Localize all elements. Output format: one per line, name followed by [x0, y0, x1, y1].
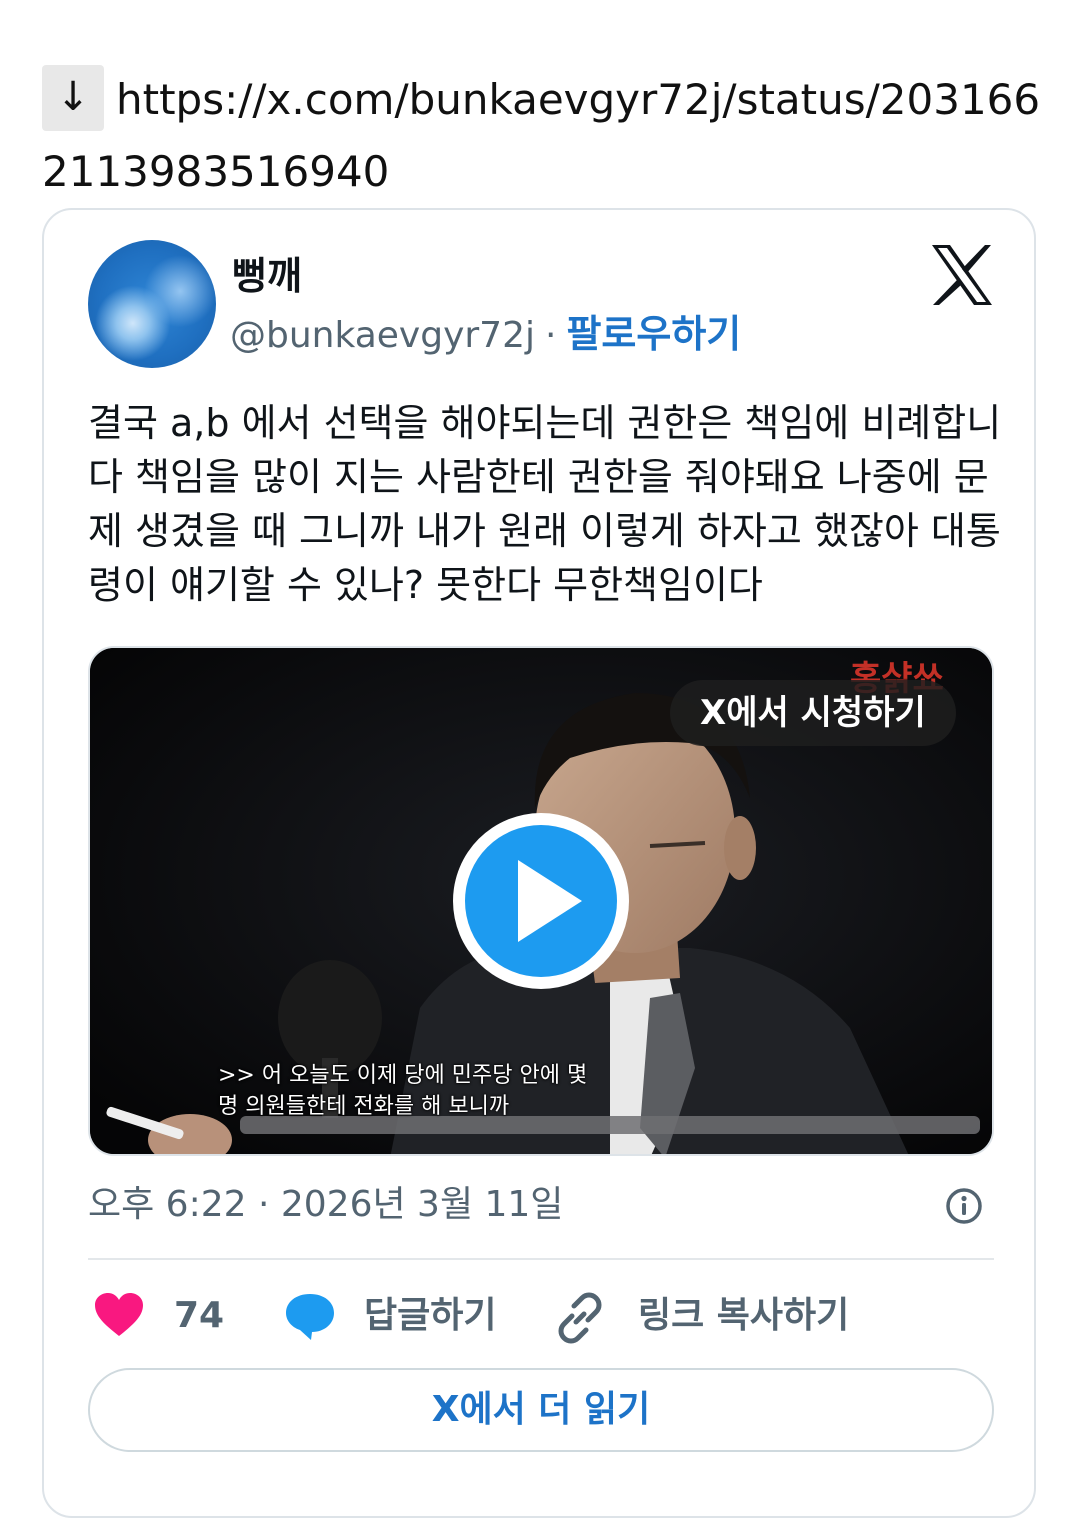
user-handle[interactable]: @bunkaevgyr72j: [230, 315, 535, 356]
tweet-actions: 74 답글하기 링크 복사하기: [88, 1284, 994, 1348]
handle-row: @bunkaevgyr72j · 팔로우하기: [230, 310, 741, 360]
reply-button[interactable]: 답글하기: [284, 1284, 514, 1348]
tweet-embed-card: 뻥깨 @bunkaevgyr72j · 팔로우하기 결국 a,b 에서 선택을 해야…: [42, 208, 1036, 1518]
copy-link-button[interactable]: 링크 복사하기: [554, 1284, 894, 1348]
divider: [88, 1258, 994, 1260]
display-name[interactable]: 뻥깨: [232, 252, 302, 300]
download-arrow-icon[interactable]: ↓: [42, 65, 104, 131]
tweet-timestamp[interactable]: 오후 6:22 · 2026년 3월 11일: [88, 1180, 563, 1230]
avatar[interactable]: [88, 240, 216, 368]
watch-on-x-button[interactable]: X에서 시청하기: [670, 680, 956, 746]
info-icon[interactable]: [944, 1186, 984, 1226]
play-icon[interactable]: [448, 808, 634, 994]
heart-icon: [95, 1293, 143, 1336]
video-subtitles: >> 어 오늘도 이제 당에 민주당 안에 몇 명 의원들한테 전화를 해 보니…: [218, 1060, 587, 1122]
status-url-link[interactable]: https://x.com/bunkaevgyr72j/status/20316…: [42, 75, 1040, 196]
link-line: ↓ https://x.com/bunkaevgyr72j/status/2031…: [42, 64, 1042, 208]
like-button[interactable]: 74: [94, 1284, 234, 1348]
reply-label: 답글하기: [364, 1295, 497, 1336]
read-more-button[interactable]: X에서 더 읽기: [88, 1368, 994, 1452]
x-logo-icon[interactable]: [930, 244, 994, 306]
follow-button[interactable]: 팔로우하기: [566, 312, 741, 356]
link-icon: [558, 1292, 602, 1344]
tweet-text: 결국 a,b 에서 선택을 해야되는데 권한은 책임에 비례합니다 책임을 많이…: [88, 401, 1002, 607]
subtitle-line: >> 어 오늘도 이제 당에 민주당 안에 몇: [218, 1063, 588, 1088]
copy-link-label: 링크 복사하기: [638, 1295, 850, 1336]
video-thumbnail[interactable]: 홍샭쑈 X에서 시청하기 >> 어 오늘도 이제 당에 민주당 안에 몇 명 의…: [88, 646, 994, 1156]
reply-bubble-icon: [286, 1294, 334, 1340]
separator-dot: ·: [544, 315, 557, 356]
like-count: 74: [174, 1295, 225, 1336]
subtitle-line: 명 의원들한테 전화를 해 보니까: [218, 1094, 510, 1119]
